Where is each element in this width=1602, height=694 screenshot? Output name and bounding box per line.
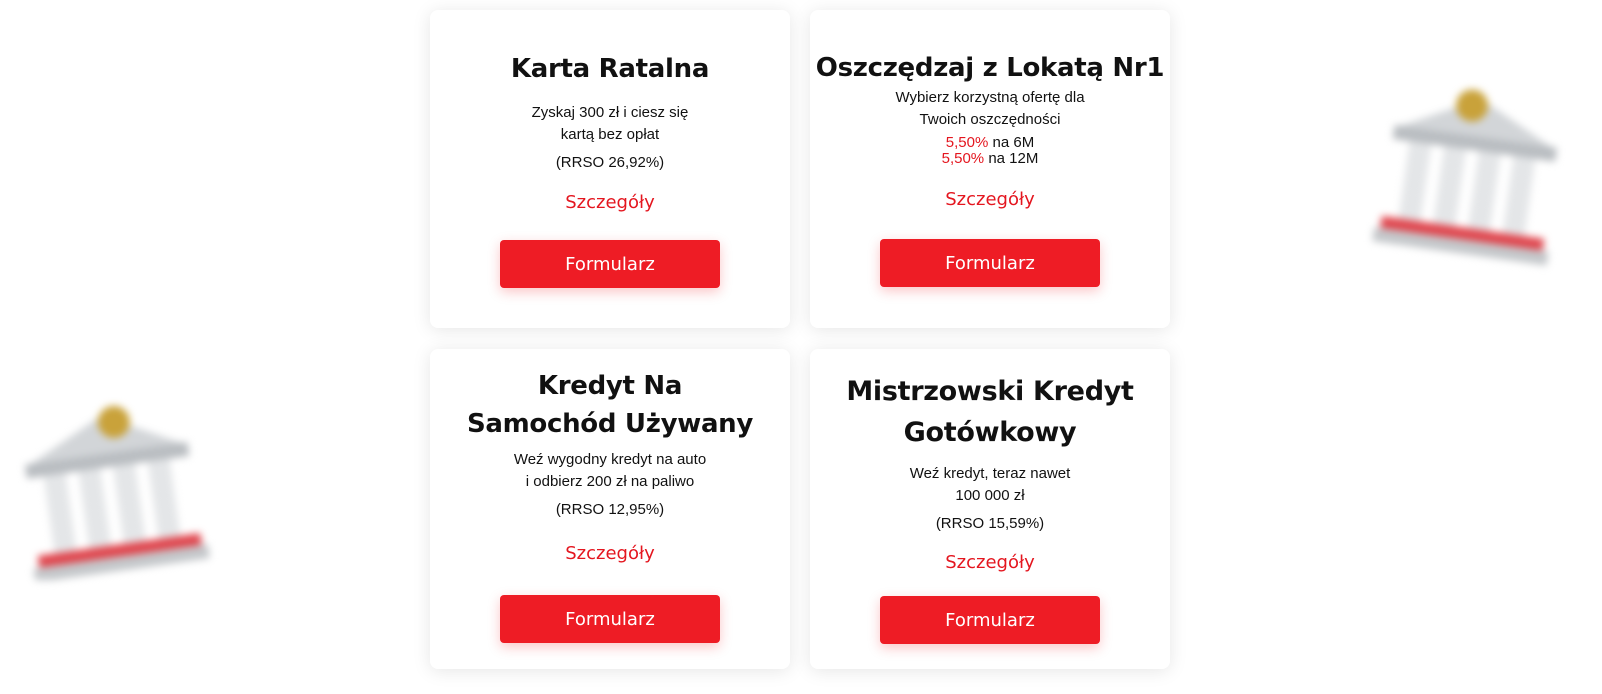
card-description: Zyskaj 300 zł i ciesz się kartą bez opła… bbox=[430, 102, 790, 146]
card-description-line: Weź wygodny kredyt na auto bbox=[513, 451, 707, 468]
card-title-line: Karta Ratalna bbox=[510, 54, 710, 84]
card-title: Karta Ratalna bbox=[430, 50, 790, 88]
card-description-line: Zyskaj 300 zł i ciesz się bbox=[531, 104, 689, 121]
rate-percent: 5,50% bbox=[941, 150, 985, 167]
card-description: Weź kredyt, teraz nawet 100 000 zł bbox=[810, 463, 1170, 507]
form-button[interactable]: Formularz bbox=[500, 595, 720, 643]
card-title: Kredyt Na Samochód Używany bbox=[430, 367, 790, 443]
rate-row: 5,50% na 12M bbox=[810, 151, 1170, 167]
card-title-line: Kredyt Na bbox=[537, 371, 683, 401]
offer-card-lokata-nr1: Oszczędzaj z Lokatą Nr1 Wybierz korzystn… bbox=[810, 10, 1170, 328]
rrso-text: (RRSO 15,59%) bbox=[935, 515, 1045, 532]
card-description: Weź wygodny kredyt na auto i odbierz 200… bbox=[430, 449, 790, 493]
rate-term: na 6M bbox=[992, 134, 1035, 151]
rates-list: 5,50% na 6M 5,50% na 12M bbox=[810, 135, 1170, 167]
rate-row: 5,50% na 6M bbox=[810, 135, 1170, 151]
details-link[interactable]: Szczegóły bbox=[430, 192, 790, 213]
bank-building-icon bbox=[24, 406, 210, 580]
offer-card-kredyt-gotowkowy: Mistrzowski Kredyt Gotówkowy Weź kredyt,… bbox=[810, 349, 1170, 669]
card-description-line: kartą bez opłat bbox=[560, 126, 660, 143]
details-link[interactable]: Szczegóły bbox=[810, 552, 1170, 573]
form-button[interactable]: Formularz bbox=[500, 240, 720, 288]
rrso-text: (RRSO 26,92%) bbox=[555, 154, 665, 171]
rate-percent: 5,50% bbox=[945, 134, 989, 151]
card-description-line: Weź kredyt, teraz nawet bbox=[909, 465, 1071, 482]
details-link[interactable]: Szczegóły bbox=[810, 189, 1170, 210]
form-button[interactable]: Formularz bbox=[880, 239, 1100, 287]
rrso-text: (RRSO 12,95%) bbox=[555, 501, 665, 518]
bank-building-icon bbox=[1372, 89, 1558, 266]
card-description-line: Wybierz korzystną ofertę dla bbox=[895, 89, 1085, 106]
card-description-line: i odbierz 200 zł na paliwo bbox=[525, 473, 695, 490]
card-title-line: Gotówkowy bbox=[903, 417, 1077, 448]
card-title: Mistrzowski Kredyt Gotówkowy bbox=[810, 371, 1170, 453]
card-title-line: Oszczędzaj z Lokatą Nr1 bbox=[815, 53, 1165, 83]
card-description: Wybierz korzystną ofertę dla Twoich oszc… bbox=[810, 87, 1170, 131]
offer-card-karta-ratalna: Karta Ratalna Zyskaj 300 zł i ciesz się … bbox=[430, 10, 790, 328]
offer-card-kredyt-samochod: Kredyt Na Samochód Używany Weź wygodny k… bbox=[430, 349, 790, 669]
card-description-line: 100 000 zł bbox=[955, 487, 1025, 504]
form-button[interactable]: Formularz bbox=[880, 596, 1100, 644]
card-title: Oszczędzaj z Lokatą Nr1 bbox=[810, 49, 1170, 87]
card-description-line: Twoich oszczędności bbox=[919, 111, 1061, 128]
rate-term: na 12M bbox=[988, 150, 1039, 167]
card-title-line: Samochód Używany bbox=[466, 409, 754, 439]
card-title-line: Mistrzowski Kredyt bbox=[846, 376, 1134, 407]
details-link[interactable]: Szczegóły bbox=[430, 543, 790, 564]
